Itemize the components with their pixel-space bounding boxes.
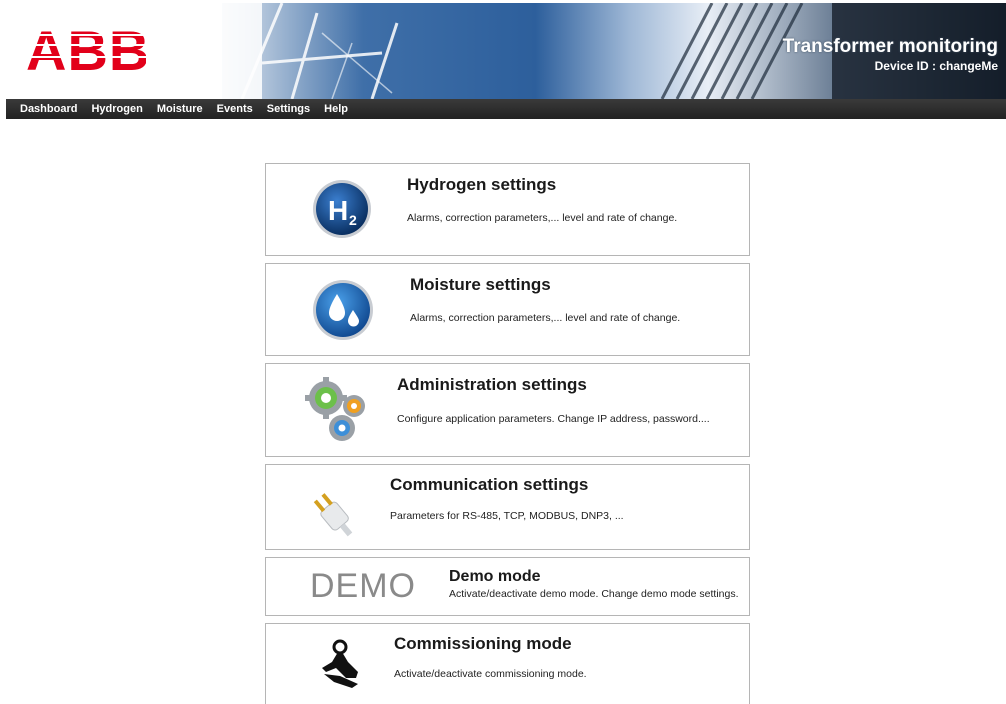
moisture-settings-card[interactable]: Moisture settings Alarms, correction par… xyxy=(265,263,750,356)
communication-settings-card[interactable]: Communication settings Parameters for RS… xyxy=(265,464,750,550)
nav-help[interactable]: Help xyxy=(324,103,348,115)
header: ABB Transformer monitoring Device ID: c… xyxy=(0,0,1006,99)
plug-icon xyxy=(313,493,353,537)
card-title: Moisture settings xyxy=(410,275,551,294)
gears-icon xyxy=(305,377,365,441)
card-title: Communication settings xyxy=(390,475,589,494)
water-drops-icon xyxy=(313,280,373,340)
nav-settings[interactable]: Settings xyxy=(267,103,310,115)
nav-events[interactable]: Events xyxy=(217,103,253,115)
demo-logo-text: DEMO xyxy=(310,567,416,605)
card-title: Demo mode xyxy=(449,568,541,585)
hydrogen-settings-card[interactable]: H 2 Hydrogen settings Alarms, correction… xyxy=(265,163,750,256)
card-description: Activate/deactivate demo mode. Change de… xyxy=(449,588,739,600)
nav-hydrogen[interactable]: Hydrogen xyxy=(91,103,142,115)
card-description: Activate/deactivate commissioning mode. xyxy=(394,668,587,680)
hydrogen-h2-icon: H 2 xyxy=(313,180,371,238)
card-title: Commissioning mode xyxy=(394,634,572,653)
main-navbar: Dashboard Hydrogen Moisture Events Setti… xyxy=(6,99,1006,119)
svg-text:H: H xyxy=(328,195,348,226)
card-title: Hydrogen settings xyxy=(407,175,557,194)
header-banner: Transformer monitoring Device ID : chang… xyxy=(222,3,1006,99)
svg-text:2: 2 xyxy=(349,212,357,228)
card-description: Alarms, correction parameters,... level … xyxy=(407,212,678,224)
administration-settings-card[interactable]: Administration settings Configure applic… xyxy=(265,363,750,457)
nav-dashboard[interactable]: Dashboard xyxy=(20,103,77,115)
card-description: Parameters for RS-485, TCP, MODBUS, DNP3… xyxy=(390,510,624,522)
app-title: Transformer monitoring xyxy=(782,36,998,57)
commissioning-mode-card[interactable]: Commissioning mode Activate/deactivate c… xyxy=(265,623,750,704)
device-id: Device ID : changeMe xyxy=(874,59,998,73)
hand-tool-icon xyxy=(322,639,358,688)
card-description: Alarms, correction parameters,... level … xyxy=(410,312,681,324)
card-description: Configure application parameters. Change… xyxy=(397,413,710,425)
abb-logo: ABB xyxy=(26,22,146,76)
demo-mode-card[interactable]: DEMO Demo mode Activate/deactivate demo … xyxy=(265,557,750,616)
svg-text:ABB: ABB xyxy=(26,22,146,76)
nav-moisture[interactable]: Moisture xyxy=(157,103,203,115)
card-title: Administration settings xyxy=(397,375,587,394)
